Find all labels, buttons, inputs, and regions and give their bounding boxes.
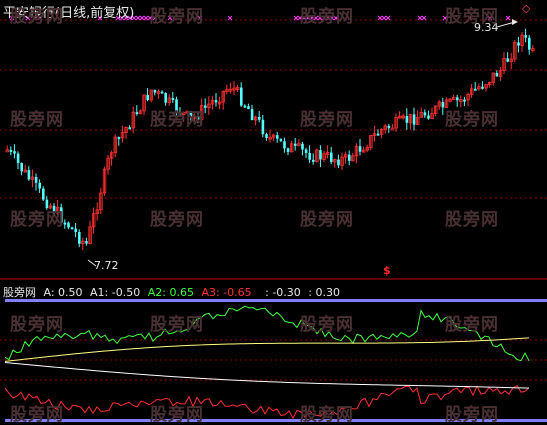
candle-body bbox=[528, 37, 531, 50]
candle-body bbox=[279, 138, 283, 142]
candle-body bbox=[135, 112, 139, 115]
indicator-b2: : 0.30 bbox=[308, 286, 340, 299]
candle-body bbox=[423, 112, 427, 116]
candle-body bbox=[42, 188, 45, 200]
candle-body bbox=[128, 127, 131, 130]
candle-body bbox=[240, 87, 243, 106]
watermark: 股旁网 bbox=[10, 405, 64, 425]
watermark: 股旁网 bbox=[150, 315, 204, 335]
watermark: 股旁网 bbox=[300, 315, 354, 335]
low-price-label: 7.72 bbox=[94, 259, 119, 272]
candle-body bbox=[304, 149, 308, 153]
candle-body bbox=[258, 116, 261, 120]
candle-body bbox=[276, 135, 279, 139]
candle-body bbox=[412, 114, 416, 125]
candle-body bbox=[330, 152, 333, 162]
yellow-line bbox=[4, 337, 530, 362]
candle-body bbox=[153, 89, 157, 93]
candle-body bbox=[171, 98, 175, 101]
candle-body bbox=[27, 170, 31, 180]
candle-body bbox=[204, 105, 207, 108]
watermark: 股旁网 bbox=[300, 7, 354, 27]
watermark: 股旁网 bbox=[10, 210, 64, 230]
candle-body bbox=[160, 91, 164, 94]
indicator-a1: A1: -0.50 bbox=[90, 286, 141, 299]
candle-body bbox=[495, 72, 499, 77]
indicator-legend: 股旁网 A: 0.50 A1: -0.50 A2: 0.65 A3: -0.65… bbox=[3, 284, 344, 300]
candle-body bbox=[164, 93, 167, 103]
indicator-a3: A3: -0.65 bbox=[201, 286, 252, 299]
candle-body bbox=[67, 222, 70, 228]
candle-body bbox=[463, 99, 466, 102]
candle-body bbox=[456, 97, 459, 101]
candle-body bbox=[301, 143, 304, 150]
watermark: 股旁网 bbox=[150, 405, 204, 425]
watermark: 股旁网 bbox=[150, 110, 204, 130]
watermark: 股旁网 bbox=[10, 7, 64, 27]
indicator-a: A: 0.50 bbox=[43, 286, 83, 299]
watermark: 股旁网 bbox=[445, 110, 499, 130]
candle-body bbox=[34, 177, 38, 183]
candle-body bbox=[74, 228, 77, 232]
indicator-b1: : -0.30 bbox=[265, 286, 301, 299]
candle-body bbox=[319, 150, 322, 160]
candle-body bbox=[261, 119, 265, 135]
candle-body bbox=[427, 115, 430, 119]
candle-body bbox=[390, 127, 395, 131]
candle-body bbox=[441, 102, 445, 108]
candle-body bbox=[481, 86, 484, 89]
candle-body bbox=[243, 105, 247, 108]
candle-body bbox=[283, 141, 286, 149]
candle-body bbox=[294, 143, 297, 146]
candle-body bbox=[308, 152, 311, 160]
candle-body bbox=[38, 182, 41, 189]
candle-body bbox=[250, 109, 254, 121]
candle-body bbox=[214, 100, 218, 103]
candle-body bbox=[517, 42, 520, 46]
white-line bbox=[4, 361, 530, 389]
candle-body bbox=[85, 241, 88, 244]
candle-body bbox=[286, 148, 290, 152]
watermark: 股旁网 bbox=[445, 405, 499, 425]
candle-body bbox=[358, 146, 362, 152]
candle-body bbox=[146, 94, 149, 101]
watermark: 股旁网 bbox=[445, 210, 499, 230]
watermark: 股旁网 bbox=[150, 7, 204, 27]
watermark: 股旁网 bbox=[10, 315, 64, 335]
candle-body bbox=[16, 153, 20, 164]
candle-body bbox=[117, 137, 121, 140]
watermark: 股旁网 bbox=[445, 7, 499, 27]
candle-body bbox=[405, 115, 409, 123]
candle-body bbox=[524, 35, 527, 38]
watermark: 股旁网 bbox=[300, 405, 354, 425]
candle-body bbox=[506, 58, 509, 62]
indicator-a2: A2: 0.65 bbox=[147, 286, 194, 299]
candle-body bbox=[312, 159, 315, 162]
candle-body bbox=[9, 149, 13, 152]
watermark: 股旁网 bbox=[150, 210, 204, 230]
candle-body bbox=[474, 88, 477, 91]
candle-body bbox=[78, 231, 81, 244]
candle-body bbox=[247, 106, 250, 110]
indicator-name: 股旁网 bbox=[3, 286, 36, 299]
watermark: 股旁网 bbox=[10, 110, 64, 130]
flag-marker: $ bbox=[383, 264, 391, 277]
candle-body bbox=[348, 154, 351, 161]
candle-body bbox=[376, 133, 380, 136]
candle-body bbox=[387, 125, 391, 129]
candle-body bbox=[70, 227, 74, 230]
watermark: 股旁网 bbox=[300, 210, 354, 230]
candle-body bbox=[337, 159, 340, 166]
watermark: 股旁网 bbox=[300, 110, 354, 130]
watermark: 股旁网 bbox=[445, 315, 499, 335]
candle-body bbox=[13, 151, 16, 154]
candle-body bbox=[265, 134, 268, 139]
diamond-icon[interactable]: ◇ bbox=[522, 2, 530, 15]
candle-body bbox=[20, 163, 23, 172]
